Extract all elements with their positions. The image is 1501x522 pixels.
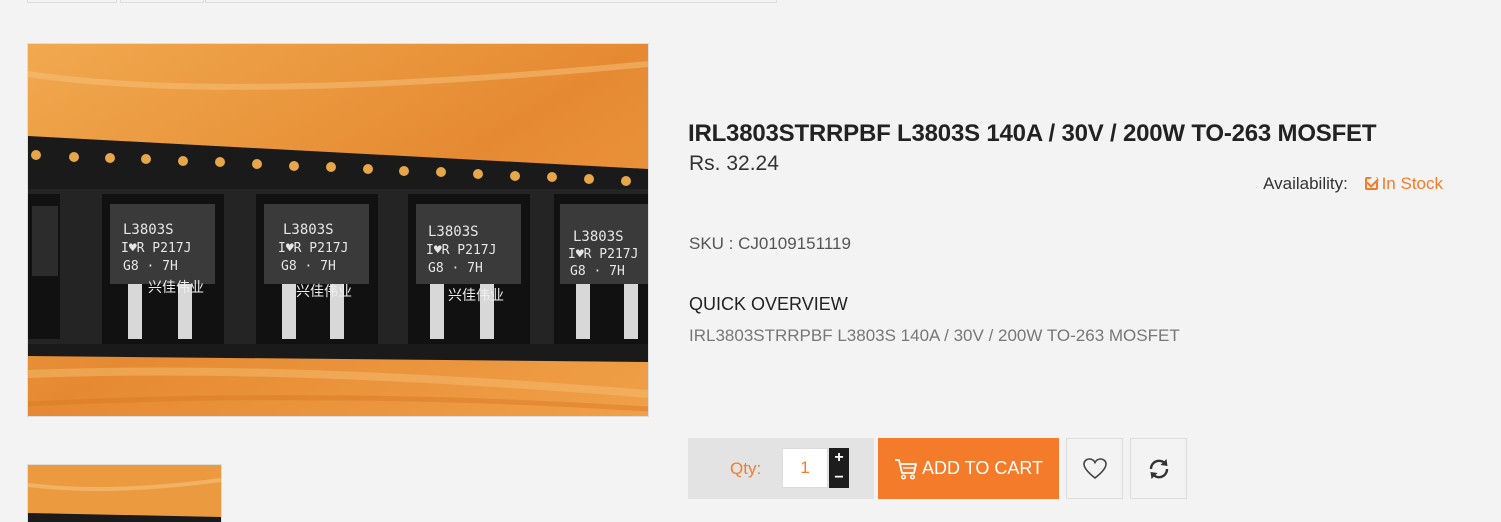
stock-status: In Stock [1364, 174, 1443, 193]
qty-label: Qty: [730, 459, 762, 478]
product-price: Rs. 32.24 [689, 152, 779, 175]
product-photo: L3803S I♥R P217J G8 · 7H L3803S I♥R P217… [28, 44, 648, 416]
availability: Availability: In Stock [1263, 174, 1443, 194]
product-main-image[interactable]: L3803S I♥R P217J G8 · 7H L3803S I♥R P217… [27, 43, 649, 417]
stock-status-text: In Stock [1381, 174, 1443, 193]
tab-2[interactable] [120, 0, 204, 3]
product-sku: SKU : CJ0109151119 [689, 234, 851, 253]
chip-4-line1: L3803S [573, 229, 624, 245]
chip-3-line2: I♥R P217J [426, 243, 496, 258]
compare-button[interactable] [1130, 438, 1187, 499]
quick-overview-heading: QUICK OVERVIEW [689, 294, 848, 314]
tape-watermark-1: 兴佳伟业 [148, 280, 204, 296]
product-title: IRL3803STRRPBF L3803S 140A / 30V / 200W … [688, 120, 1377, 147]
add-to-cart-label: ADD TO CART [921, 458, 1044, 478]
chip-1-line2: I♥R P217J [121, 241, 191, 256]
cart-icon [894, 458, 917, 480]
qty-increase-button[interactable]: + [829, 448, 849, 468]
chip-1-line1: L3803S [123, 222, 174, 238]
tab-1[interactable] [27, 0, 117, 3]
tab-3[interactable] [205, 0, 777, 3]
wishlist-button[interactable] [1066, 438, 1123, 499]
chip-1-line3: G8 · 7H [123, 259, 178, 274]
availability-label: Availability: [1263, 174, 1348, 193]
quick-overview-text: IRL3803STRRPBF L3803S 140A / 30V / 200W … [689, 326, 1180, 345]
check-square-icon [1364, 177, 1378, 190]
qty-decrease-button[interactable]: − [829, 468, 849, 488]
qty-input[interactable]: 1 [782, 448, 828, 488]
chip-2-line1: L3803S [283, 222, 334, 238]
tape-watermark-2: 兴佳伟业 [296, 284, 352, 300]
product-thumbnail[interactable] [27, 464, 222, 522]
chip-2-line3: G8 · 7H [281, 259, 336, 274]
quantity-box: Qty: 1 + − [688, 438, 874, 499]
heart-icon [1082, 457, 1107, 479]
chip-3-line3: G8 · 7H [428, 261, 483, 276]
tape-watermark-3: 兴佳伟业 [448, 288, 504, 304]
refresh-icon [1149, 458, 1168, 479]
chip-4-line2: I♥R P217J [568, 247, 638, 262]
thumbnail-photo [28, 465, 221, 522]
add-to-cart-button[interactable]: ADD TO CART [878, 438, 1059, 499]
chip-3-line1: L3803S [428, 224, 479, 240]
chip-4-line3: G8 · 7H [570, 264, 625, 279]
chip-2-line2: I♥R P217J [278, 241, 348, 256]
